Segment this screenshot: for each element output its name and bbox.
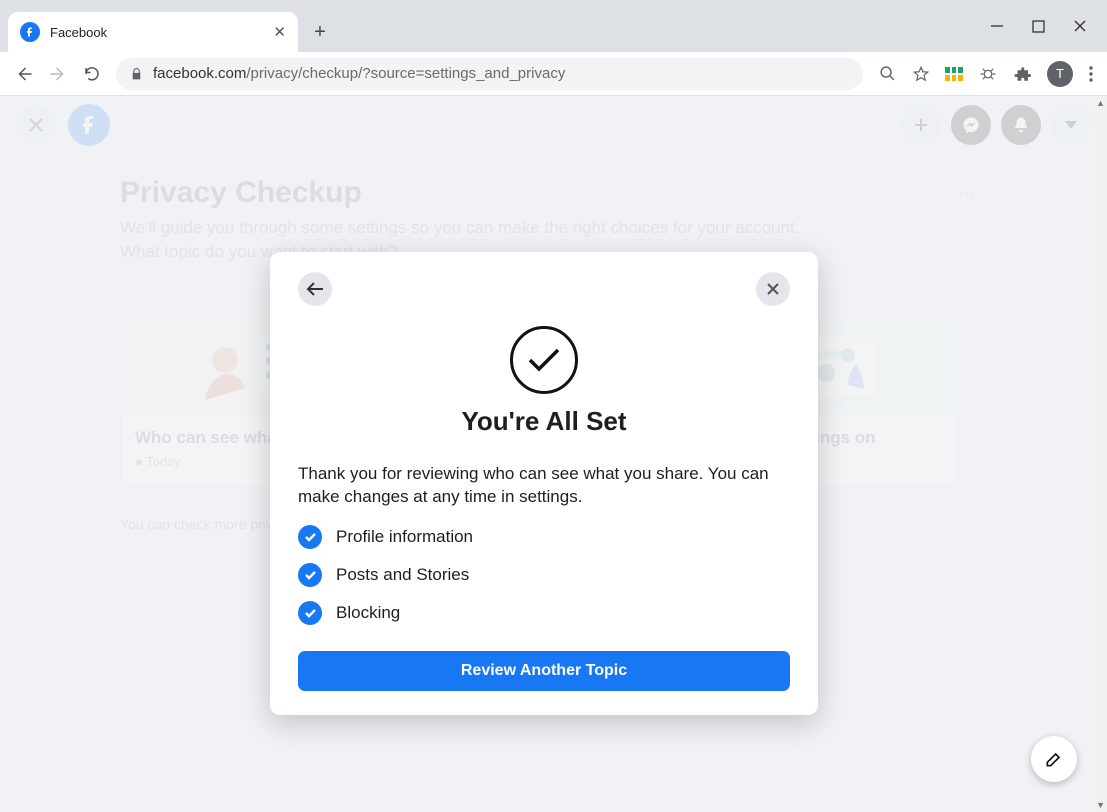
bookmark-star-icon[interactable] bbox=[911, 64, 931, 84]
modal-check-list: Profile information Posts and Stories Bl… bbox=[298, 525, 790, 625]
modal-description: Thank you for reviewing who can see what… bbox=[298, 463, 790, 509]
window-controls bbox=[990, 0, 1107, 52]
success-check-icon bbox=[510, 326, 578, 394]
check-item: Profile information bbox=[298, 525, 790, 549]
check-label: Posts and Stories bbox=[336, 565, 469, 585]
reload-icon[interactable] bbox=[82, 64, 102, 84]
grid-extension-icon[interactable] bbox=[945, 67, 963, 81]
check-icon bbox=[298, 601, 322, 625]
url-text: facebook.com/privacy/checkup/?source=set… bbox=[153, 65, 565, 82]
scrollbar[interactable]: ▲ ▼ bbox=[1093, 96, 1107, 812]
browser-tab[interactable]: Facebook ✕ bbox=[8, 12, 298, 52]
check-item: Posts and Stories bbox=[298, 563, 790, 587]
close-window-icon[interactable] bbox=[1073, 19, 1087, 33]
check-icon bbox=[298, 525, 322, 549]
bug-extension-icon[interactable] bbox=[979, 65, 997, 83]
tab-close-icon[interactable]: ✕ bbox=[273, 23, 286, 41]
kebab-menu-icon[interactable] bbox=[1089, 66, 1093, 82]
review-another-button[interactable]: Review Another Topic bbox=[298, 651, 790, 691]
tab-title: Facebook bbox=[50, 25, 263, 40]
check-label: Blocking bbox=[336, 603, 400, 623]
lock-icon bbox=[130, 67, 143, 81]
modal-close-button[interactable] bbox=[756, 272, 790, 306]
maximize-icon[interactable] bbox=[1032, 20, 1045, 33]
zoom-icon[interactable] bbox=[877, 64, 897, 84]
compose-fab[interactable] bbox=[1031, 736, 1077, 782]
forward-icon bbox=[48, 64, 68, 84]
page-viewport: Privacy Checkup We'll guide you through … bbox=[0, 96, 1107, 812]
minimize-icon[interactable] bbox=[990, 19, 1004, 33]
extension-icons: T bbox=[945, 61, 1093, 87]
address-bar: facebook.com/privacy/checkup/?source=set… bbox=[0, 52, 1107, 96]
modal-title: You're All Set bbox=[298, 406, 790, 437]
puzzle-extension-icon[interactable] bbox=[1013, 65, 1031, 83]
check-icon bbox=[298, 563, 322, 587]
browser-titlebar: Facebook ✕ + bbox=[0, 0, 1107, 52]
check-item: Blocking bbox=[298, 601, 790, 625]
profile-avatar[interactable]: T bbox=[1047, 61, 1073, 87]
tab-favicon bbox=[20, 22, 40, 42]
back-icon[interactable] bbox=[14, 64, 34, 84]
new-tab-button[interactable]: + bbox=[304, 16, 336, 48]
modal-back-button[interactable] bbox=[298, 272, 332, 306]
omnibox[interactable]: facebook.com/privacy/checkup/?source=set… bbox=[116, 58, 863, 90]
check-label: Profile information bbox=[336, 527, 473, 547]
all-set-modal: You're All Set Thank you for reviewing w… bbox=[270, 252, 818, 715]
